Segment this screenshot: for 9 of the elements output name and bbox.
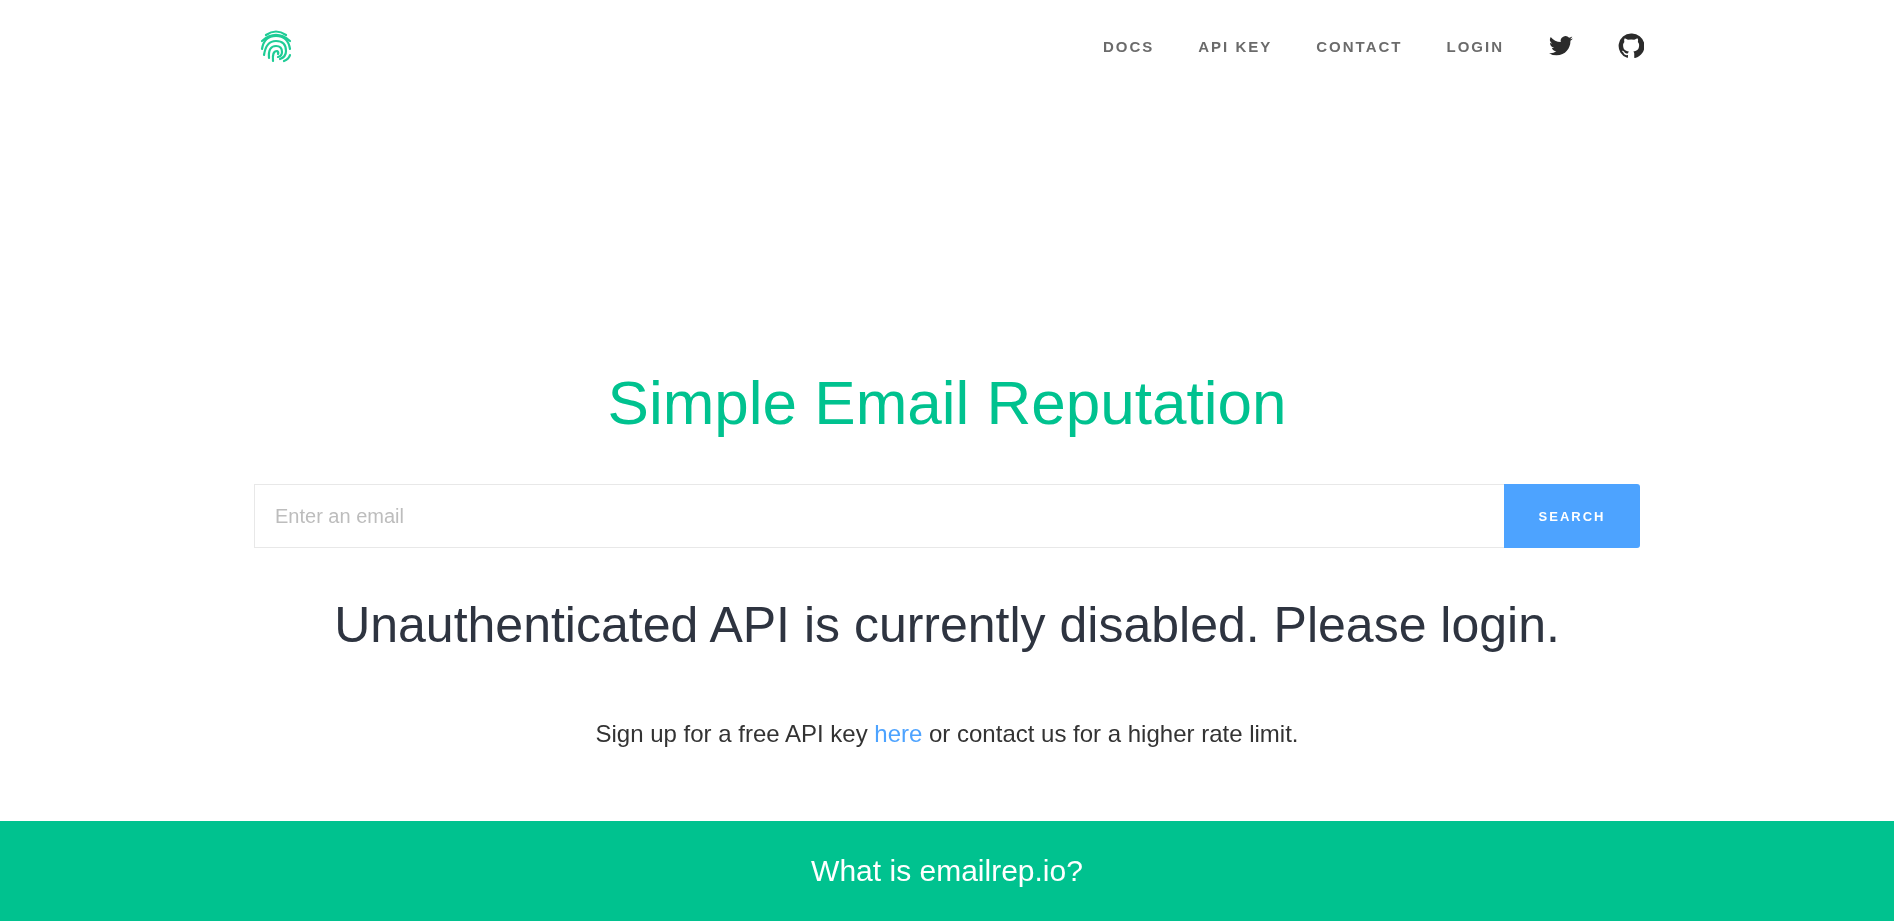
github-icon[interactable] — [1618, 33, 1644, 59]
nav-link[interactable]: API KEY — [1198, 37, 1273, 55]
email-input-field[interactable]: Enter an email — [254, 484, 1504, 548]
nav-link[interactable]: LOGIN — [1446, 37, 1504, 55]
signup-note: Sign up for a free API key here or contact us for a higher rate limit. — [595, 720, 1299, 748]
section-heading: What is emailrep.io? — [811, 854, 1083, 888]
nav-link[interactable]: DOCS — [1102, 37, 1155, 55]
status-message: Unauthenticated API is currently disabled. Please login. — [334, 598, 1560, 653]
nav-link[interactable]: CONTACT — [1316, 37, 1403, 55]
